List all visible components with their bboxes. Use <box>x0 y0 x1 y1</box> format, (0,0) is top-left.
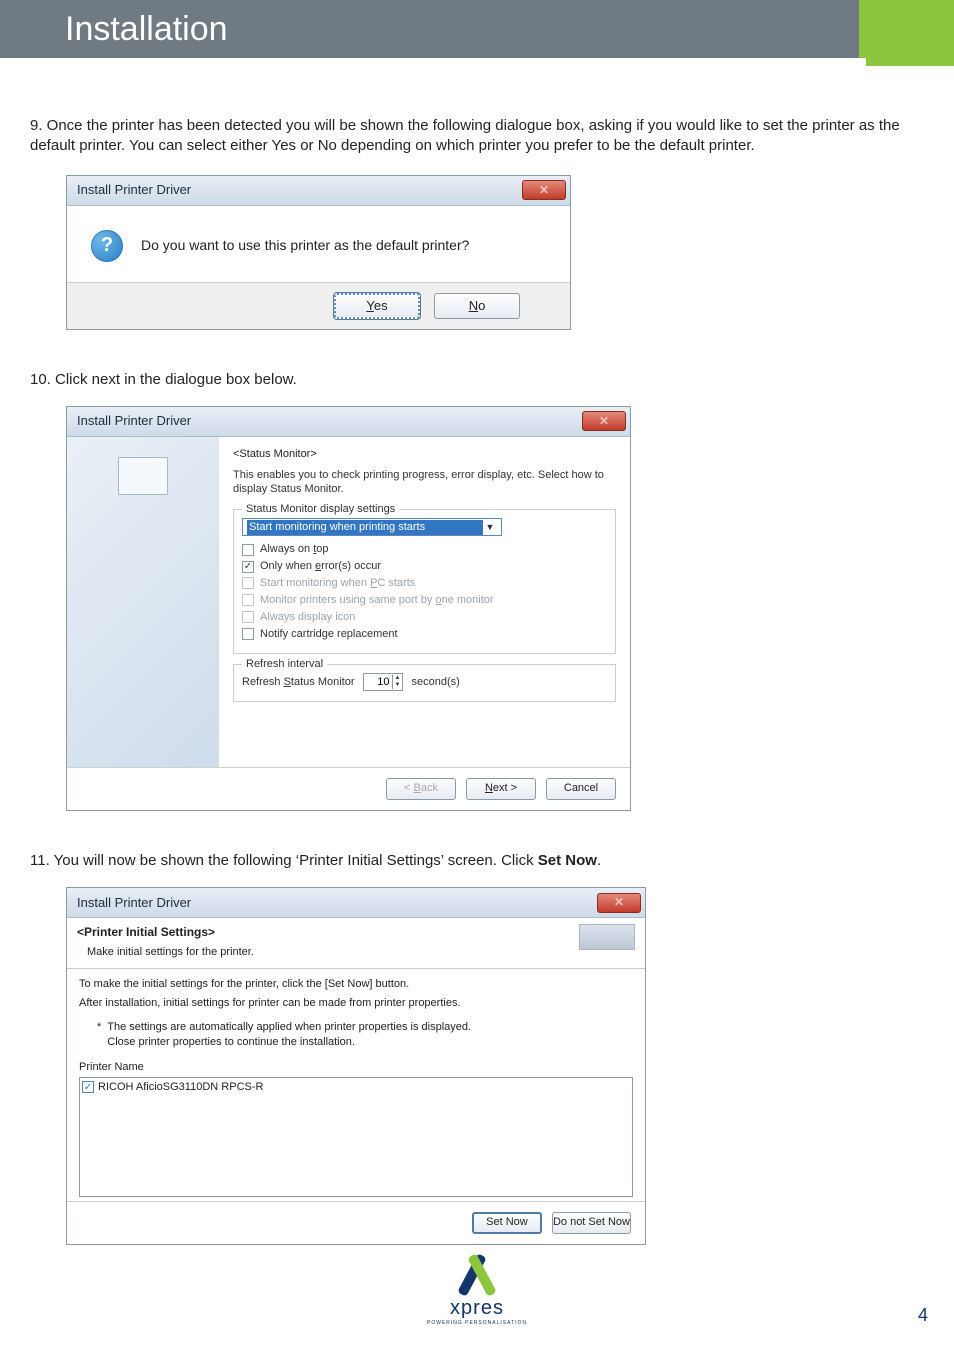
dialog3-note2: Close printer properties to continue the… <box>107 1035 471 1050</box>
group1-title: Status Monitor display settings <box>242 502 399 517</box>
chevron-down-icon: ▼ <box>483 521 497 533</box>
dialog1-title: Install Printer Driver <box>77 181 191 199</box>
display-mode-combo[interactable]: Start monitoring when printing starts ▼ <box>242 518 502 536</box>
monitor-icon <box>118 457 168 495</box>
dialog3-note1: The settings are automatically applied w… <box>107 1020 471 1035</box>
refresh-interval-group: Refresh interval Refresh Status Monitor … <box>233 664 616 702</box>
dialog3-line2: After installation, initial settings for… <box>79 996 633 1011</box>
logo-text: xpres <box>427 1297 527 1320</box>
spin-down-icon[interactable]: ▼ <box>393 682 403 689</box>
printer-name-value: RICOH AficioSG3110DN RPCS-R <box>98 1080 263 1095</box>
cancel-button[interactable]: Cancel <box>546 778 616 800</box>
always-icon-label: Always display icon <box>260 610 355 625</box>
dialog3-header-sub: Make initial settings for the printer. <box>87 945 254 960</box>
only-errors-checkbox[interactable]: ✓ <box>242 561 254 573</box>
dialog3-line1: To make the initial settings for the pri… <box>79 977 633 992</box>
page-number: 4 <box>918 1305 928 1326</box>
start-pc-label: Start monitoring when PC starts <box>260 576 415 591</box>
question-icon: ? <box>91 230 123 262</box>
always-on-top-label: Always on top <box>260 542 329 557</box>
group2-title: Refresh interval <box>242 657 327 672</box>
set-now-button[interactable]: Set Now <box>472 1212 542 1234</box>
only-errors-label: Only when error(s) occur <box>260 559 381 574</box>
always-icon-checkbox <box>242 611 254 623</box>
refresh-label: Refresh Status Monitor <box>242 675 355 690</box>
start-pc-checkbox <box>242 577 254 589</box>
spin-up-icon[interactable]: ▲ <box>393 675 403 682</box>
page-title-bar: Installation <box>0 0 954 58</box>
refresh-unit: second(s) <box>411 675 459 690</box>
close-icon: ✕ <box>614 894 624 910</box>
close-button[interactable]: ✕ <box>597 893 641 913</box>
status-monitor-dialog: Install Printer Driver ✕ <Status Monitor… <box>66 406 631 811</box>
accent-strip <box>866 58 954 66</box>
page-title: Installation <box>65 10 228 49</box>
display-settings-group: Status Monitor display settings Start mo… <box>233 509 616 654</box>
close-icon: ✕ <box>599 413 609 429</box>
step11-text: 11. You will now be shown the following … <box>30 851 924 871</box>
printer-name-row[interactable]: ✓ RICOH AficioSG3110DN RPCS-R <box>82 1080 630 1095</box>
same-port-checkbox <box>242 594 254 606</box>
next-button[interactable]: Next > <box>466 778 536 800</box>
dialog2-sidebar-image <box>67 437 219 767</box>
printer-icon <box>579 924 635 950</box>
step9-text: 9. Once the printer has been detected yo… <box>30 116 924 157</box>
initial-settings-dialog: Install Printer Driver ✕ <Printer Initia… <box>66 887 646 1245</box>
notify-cartridge-label: Notify cartridge replacement <box>260 627 398 642</box>
printer-name-label: Printer Name <box>79 1060 633 1075</box>
asterisk-icon: * <box>97 1020 101 1035</box>
always-on-top-checkbox[interactable] <box>242 544 254 556</box>
dialog1-message: Do you want to use this printer as the d… <box>141 236 469 255</box>
do-not-set-now-button[interactable]: Do not Set Now <box>552 1212 631 1234</box>
logo-subtitle: POWERING PERSONALISATION <box>427 1320 527 1326</box>
printer-name-list[interactable]: ✓ RICOH AficioSG3110DN RPCS-R <box>79 1077 633 1197</box>
notify-cartridge-checkbox[interactable] <box>242 628 254 640</box>
dialog2-title: Install Printer Driver <box>77 412 191 430</box>
default-printer-dialog: Install Printer Driver ✕ ? Do you want t… <box>66 175 571 330</box>
yes-button[interactable]: Yes <box>334 293 420 319</box>
no-button[interactable]: No <box>434 293 520 319</box>
logo-mark-icon <box>447 1255 507 1295</box>
dialog2-desc: This enables you to check printing progr… <box>233 468 616 498</box>
step10-text: 10. Click next in the dialogue box below… <box>30 370 924 390</box>
printer-checkbox[interactable]: ✓ <box>82 1081 94 1093</box>
close-icon: ✕ <box>539 182 549 198</box>
dialog2-header: <Status Monitor> <box>233 447 616 462</box>
close-button[interactable]: ✕ <box>522 180 566 200</box>
dialog3-title: Install Printer Driver <box>77 894 191 912</box>
footer-logo: xpres POWERING PERSONALISATION <box>427 1255 527 1326</box>
refresh-value-input[interactable] <box>364 676 392 688</box>
back-button: < Back <box>386 778 456 800</box>
refresh-spinbox[interactable]: ▲▼ <box>363 673 404 691</box>
same-port-label: Monitor printers using same port by one … <box>260 593 494 608</box>
dialog3-header-bold: <Printer Initial Settings> <box>77 925 215 939</box>
combo-selected: Start monitoring when printing starts <box>247 520 483 535</box>
close-button[interactable]: ✕ <box>582 411 626 431</box>
